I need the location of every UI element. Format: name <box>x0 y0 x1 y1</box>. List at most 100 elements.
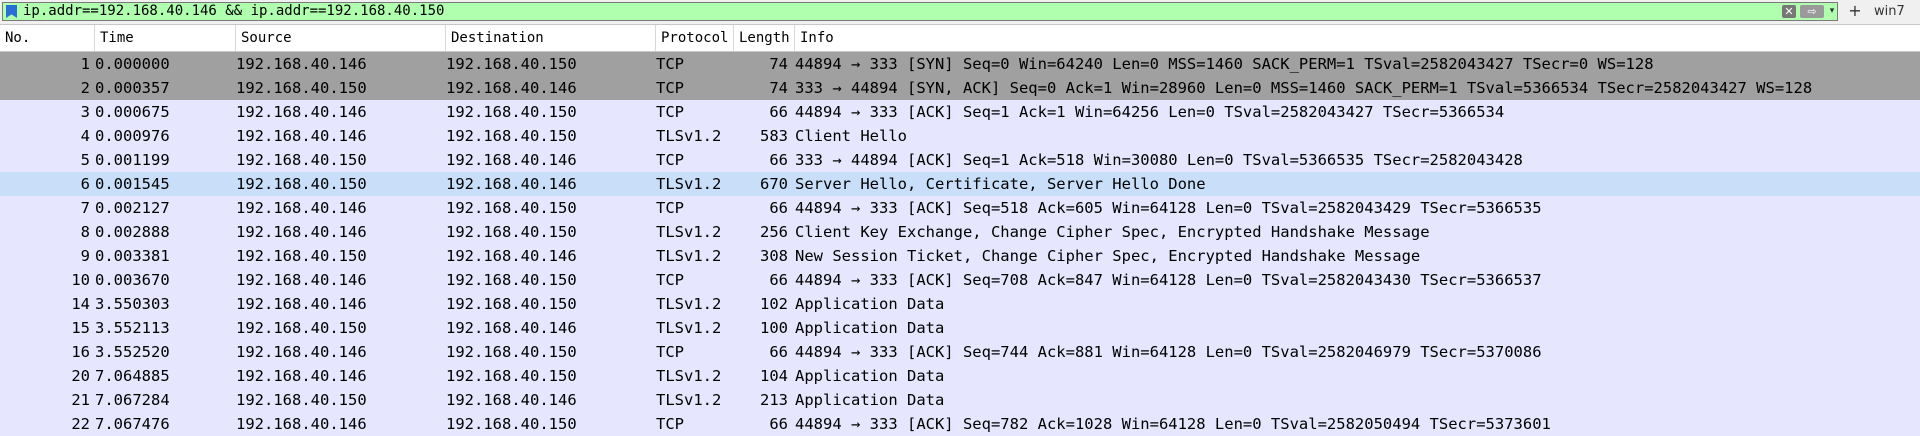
packet-row[interactable]: 14 3.550303 192.168.40.146 192.168.40.150 TL… <box>0 292 1920 316</box>
apply-filter-icon[interactable]: ⇨ <box>1800 5 1824 18</box>
packet-info: 44894 → 333 [ACK] Seq=744 Ack=881 Win=64… <box>795 343 1542 361</box>
packet-source: 192.168.40.146 <box>236 223 367 241</box>
packet-destination: 192.168.40.146 <box>446 247 577 265</box>
packet-length: 74 <box>769 55 788 73</box>
packet-time: 0.002127 <box>95 199 170 217</box>
packet-no: 8 <box>80 223 90 241</box>
packet-list: 1 0.000000 192.168.40.146 192.168.40.150 TCP… <box>0 52 1920 436</box>
column-header-protocol[interactable]: Protocol <box>656 25 734 51</box>
packet-row[interactable]: 9 0.003381 192.168.40.150 192.168.40.146 TLS… <box>0 244 1920 268</box>
packet-length: 256 <box>760 223 788 241</box>
packet-protocol: TCP <box>656 271 684 289</box>
packet-protocol: TLSv1.2 <box>656 127 722 145</box>
packet-length: 66 <box>769 343 788 361</box>
packet-no: 21 <box>71 391 90 409</box>
packet-row[interactable]: 1 0.000000 192.168.40.146 192.168.40.150 TCP… <box>0 52 1920 76</box>
packet-source: 192.168.40.146 <box>236 271 367 289</box>
packet-info: Server Hello, Certificate, Server Hello … <box>795 175 1206 193</box>
packet-info: 44894 → 333 [SYN] Seq=0 Win=64240 Len=0 … <box>795 55 1654 73</box>
packet-destination: 192.168.40.150 <box>446 103 577 121</box>
packet-no: 2 <box>80 79 90 97</box>
packet-length: 66 <box>769 415 788 433</box>
packet-no: 16 <box>71 343 90 361</box>
packet-protocol: TLSv1.2 <box>656 247 722 265</box>
packet-row[interactable]: 15 3.552113 192.168.40.150 192.168.40.146 TL… <box>0 316 1920 340</box>
packet-length: 100 <box>760 319 788 337</box>
column-header-time[interactable]: Time <box>95 25 236 51</box>
packet-protocol: TCP <box>656 79 684 97</box>
packet-no: 15 <box>71 319 90 337</box>
display-filter-text[interactable]: ip.addr==192.168.40.146 && ip.addr==192.… <box>23 3 444 20</box>
column-header-no[interactable]: No. <box>0 25 95 51</box>
packet-row[interactable]: 6 0.001545 192.168.40.150 192.168.40.146 TLS… <box>0 172 1920 196</box>
packet-length: 66 <box>769 199 788 217</box>
column-header-length[interactable]: Length <box>734 25 795 51</box>
packet-destination: 192.168.40.146 <box>446 175 577 193</box>
packet-time: 0.002888 <box>95 223 170 241</box>
packet-source: 192.168.40.150 <box>236 151 367 169</box>
packet-length: 104 <box>760 367 788 385</box>
display-filter-toolbar: ip.addr==192.168.40.146 && ip.addr==192.… <box>0 0 1920 25</box>
packet-source: 192.168.40.146 <box>236 367 367 385</box>
packet-destination: 192.168.40.150 <box>446 199 577 217</box>
packet-no: 20 <box>71 367 90 385</box>
packet-destination: 192.168.40.150 <box>446 367 577 385</box>
packet-protocol: TCP <box>656 55 684 73</box>
packet-no: 14 <box>71 295 90 313</box>
packet-time: 0.003670 <box>95 271 170 289</box>
packet-info: Client Key Exchange, Change Cipher Spec,… <box>795 223 1430 241</box>
packet-source: 192.168.40.146 <box>236 199 367 217</box>
packet-time: 3.552520 <box>95 343 170 361</box>
column-header-source[interactable]: Source <box>236 25 446 51</box>
packet-info: 333 → 44894 [ACK] Seq=1 Ack=518 Win=3008… <box>795 151 1523 169</box>
packet-no: 3 <box>80 103 90 121</box>
packet-no: 10 <box>71 271 90 289</box>
packet-row[interactable]: 5 0.001199 192.168.40.150 192.168.40.146 TCP… <box>0 148 1920 172</box>
packet-row[interactable]: 22 7.067476 192.168.40.146 192.168.40.150 TC… <box>0 412 1920 436</box>
packet-protocol: TCP <box>656 199 684 217</box>
clear-filter-icon[interactable]: ✕ <box>1782 5 1796 18</box>
display-filter-input[interactable]: ip.addr==192.168.40.146 && ip.addr==192.… <box>2 2 1838 21</box>
packet-time: 0.003381 <box>95 247 170 265</box>
packet-row[interactable]: 2 0.000357 192.168.40.150 192.168.40.146 TCP… <box>0 76 1920 100</box>
packet-list-header: No. Time Source Destination Protocol Len… <box>0 25 1920 52</box>
packet-destination: 192.168.40.150 <box>446 223 577 241</box>
packet-time: 7.064885 <box>95 367 170 385</box>
packet-source: 192.168.40.146 <box>236 343 367 361</box>
column-header-destination[interactable]: Destination <box>446 25 656 51</box>
packet-time: 7.067476 <box>95 415 170 433</box>
packet-length: 66 <box>769 151 788 169</box>
packet-source: 192.168.40.150 <box>236 391 367 409</box>
packet-source: 192.168.40.146 <box>236 103 367 121</box>
packet-destination: 192.168.40.150 <box>446 415 577 433</box>
packet-row[interactable]: 4 0.000976 192.168.40.146 192.168.40.150 TLS… <box>0 124 1920 148</box>
packet-destination: 192.168.40.150 <box>446 127 577 145</box>
packet-row[interactable]: 16 3.552520 192.168.40.146 192.168.40.150 TC… <box>0 340 1920 364</box>
packet-info: 44894 → 333 [ACK] Seq=708 Ack=847 Win=64… <box>795 271 1542 289</box>
packet-no: 5 <box>80 151 90 169</box>
packet-row[interactable]: 3 0.000675 192.168.40.146 192.168.40.150 TCP… <box>0 100 1920 124</box>
packet-row[interactable]: 21 7.067284 192.168.40.150 192.168.40.146 TL… <box>0 388 1920 412</box>
column-header-info[interactable]: Info <box>795 25 1920 51</box>
packet-row[interactable]: 20 7.064885 192.168.40.146 192.168.40.150 TL… <box>0 364 1920 388</box>
filter-button-win7[interactable]: win7 <box>1874 1 1905 21</box>
packet-info: Application Data <box>795 319 945 337</box>
packet-length: 66 <box>769 103 788 121</box>
packet-destination: 192.168.40.150 <box>446 55 577 73</box>
bookmark-icon[interactable] <box>6 5 17 18</box>
packet-source: 192.168.40.146 <box>236 55 367 73</box>
packet-time: 7.067284 <box>95 391 170 409</box>
packet-row[interactable]: 8 0.002888 192.168.40.146 192.168.40.150 TLS… <box>0 220 1920 244</box>
packet-time: 0.000675 <box>95 103 170 121</box>
packet-row[interactable]: 7 0.002127 192.168.40.146 192.168.40.150 TCP… <box>0 196 1920 220</box>
packet-info: Application Data <box>795 367 945 385</box>
packet-length: 66 <box>769 271 788 289</box>
packet-length: 308 <box>760 247 788 265</box>
packet-time: 3.550303 <box>95 295 170 313</box>
packet-row[interactable]: 10 0.003670 192.168.40.146 192.168.40.150 TC… <box>0 268 1920 292</box>
packet-destination: 192.168.40.146 <box>446 151 577 169</box>
add-filter-button[interactable]: + <box>1848 1 1862 21</box>
packet-protocol: TCP <box>656 343 684 361</box>
filter-history-dropdown-icon[interactable]: ▾ <box>1827 4 1837 19</box>
packet-protocol: TLSv1.2 <box>656 367 722 385</box>
